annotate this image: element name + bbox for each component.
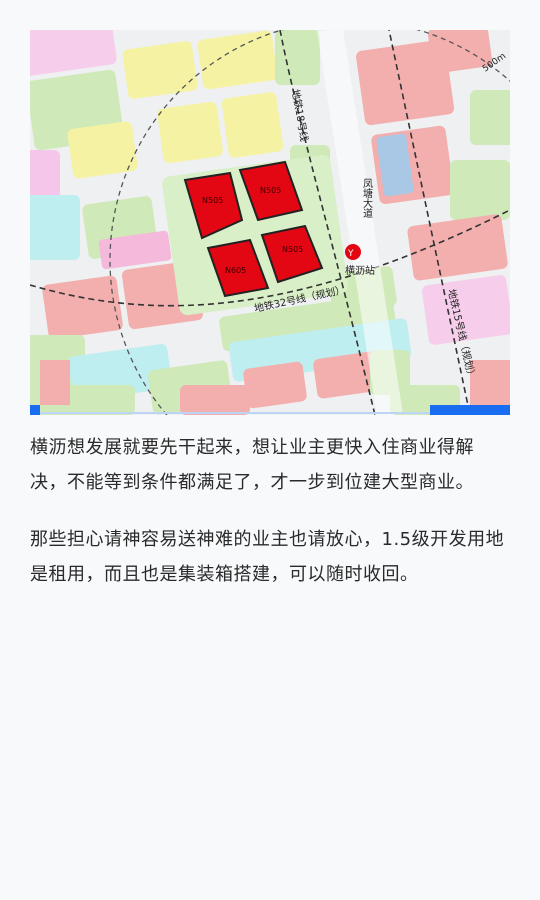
article-paragraph-2: 那些担心请神容易送神难的业主也请放心，1.5级开发用地是租用，而且也是集装箱搭建… <box>30 529 505 585</box>
station-label: 横沥站 <box>345 264 375 277</box>
image-footer-bar <box>30 405 510 415</box>
footer-bar-line <box>40 412 430 414</box>
plot-label-1: N505 <box>202 196 223 205</box>
station-marker-icon: Y <box>345 244 361 260</box>
plot-label-3: N605 <box>225 266 246 275</box>
plot-label-2: N505 <box>260 186 281 195</box>
article-page: N505 N505 N605 N505 Y 横沥站 地铁18号线 凤塘大道 地铁… <box>0 0 540 900</box>
footer-bar-right <box>430 405 510 415</box>
svg-text:Y: Y <box>347 249 354 259</box>
footer-bar-left <box>30 405 40 415</box>
article-paragraph-1: 横沥想发展就要先干起来，想让业主更快入住商业得解决，不能等到条件都满足了，才一步… <box>30 437 474 493</box>
plot-label-4: N505 <box>282 245 303 254</box>
fengtang-road-label: 凤塘大道 <box>361 178 373 218</box>
zoning-map-image: N505 N505 N605 N505 Y 横沥站 地铁18号线 凤塘大道 地铁… <box>30 30 510 415</box>
article-body: 横沥想发展就要先干起来，想让业主更快入住商业得解决，不能等到条件都满足了，才一步… <box>30 430 510 614</box>
